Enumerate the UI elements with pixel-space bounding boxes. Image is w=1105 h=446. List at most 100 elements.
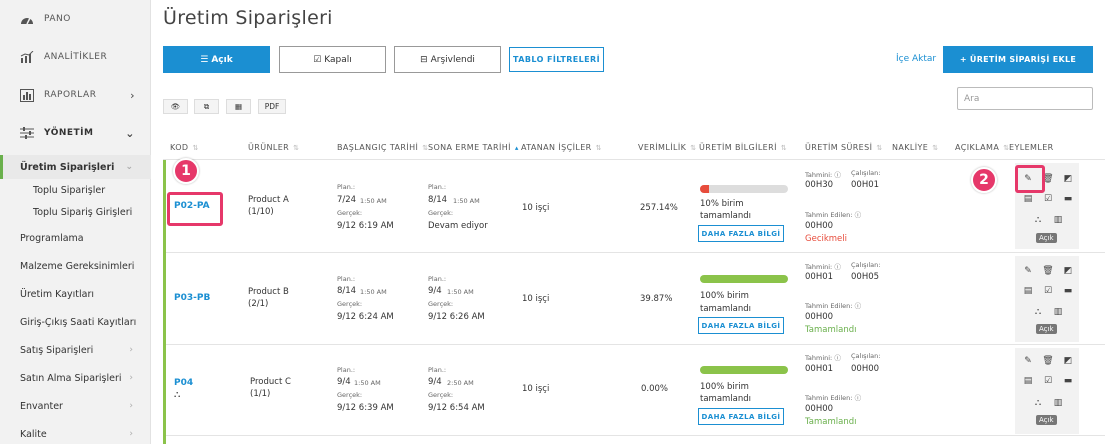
divider	[163, 435, 1105, 436]
worked-label-text: Çalışılan:	[851, 352, 881, 360]
tab-archived[interactable]: ⊟ Arşivlendi	[394, 46, 501, 73]
add-production-order-button[interactable]: + ÜRETİM SİPARİŞİ EKLE	[943, 46, 1093, 73]
column-header-description[interactable]: AÇIKLAMA ⇅	[955, 143, 1009, 152]
row-actions: ✎ 🗑 ◩ ▤ ☑ ▬ ⛬ ▥ Açık	[1015, 348, 1079, 434]
end-actual: 9/12 6:26 AM	[428, 312, 485, 322]
check-icon[interactable]: ☑	[1041, 284, 1055, 298]
sidebar-item-purchase-orders[interactable]: Satın Alma Siparişleri ›	[0, 366, 151, 390]
hierarchy-icon[interactable]: ⛬	[1031, 305, 1045, 319]
sidebar-item-material-requirements[interactable]: Malzeme Gereksinimleri	[0, 254, 151, 278]
more-info-label: DAHA FAZLA BİLGİ	[701, 321, 781, 330]
comment-icon[interactable]: ▤	[1021, 284, 1035, 298]
product-qty: (2/1)	[248, 299, 269, 309]
barcode-icon[interactable]: ▥	[1051, 213, 1065, 227]
sidebar-item-clock-records[interactable]: Giriş-Çıkış Saati Kayıtları	[0, 310, 151, 334]
start-plan-time: 1:50 AM	[354, 379, 381, 387]
chart-icon[interactable]: ◩	[1061, 354, 1075, 368]
report-icon	[20, 88, 34, 102]
divider	[163, 252, 1105, 253]
column-header-end-date[interactable]: SONA ERME TARİHİ ▴	[428, 143, 519, 152]
progress-text: 100% birim	[700, 291, 749, 301]
hierarchy-icon[interactable]: ⛬	[1031, 213, 1045, 227]
sidebar-item-bulk-order-entries[interactable]: Toplu Sipariş Girişleri	[0, 202, 151, 222]
plan-label: Plan.:	[337, 275, 356, 283]
sidebar-item-bulk-orders[interactable]: Toplu Siparişler	[0, 180, 151, 200]
more-info-button[interactable]: DAHA FAZLA BİLGİ	[698, 317, 784, 334]
plan-label: Plan.:	[337, 183, 356, 191]
column-header-start-date[interactable]: BAŞLANGIÇ TARİHİ ⇅	[337, 143, 429, 152]
eye-icon[interactable]: 👁	[163, 99, 188, 114]
sidebar-item-analytics[interactable]: ANALİTİKLER	[0, 38, 151, 76]
order-code-link[interactable]: P04	[174, 378, 193, 388]
edit-icon[interactable]: ✎	[1021, 264, 1035, 278]
tab-closed-label: Kapalı	[324, 54, 352, 65]
sidebar-item-reports[interactable]: RAPORLAR ›	[0, 76, 151, 114]
delete-icon[interactable]: 🗑	[1041, 264, 1055, 278]
chart-icon[interactable]: ◩	[1061, 172, 1075, 186]
chevron-right-icon: ›	[130, 88, 135, 102]
sidebar-item-scheduling[interactable]: Programlama	[0, 226, 151, 250]
archive-icon[interactable]: ▬	[1061, 374, 1075, 388]
sidebar-item-sales-orders[interactable]: Satış Siparişleri ›	[0, 338, 151, 362]
sidebar-item-production-orders[interactable]: Üretim Siparişleri ⌄	[0, 155, 151, 179]
sidebar-item-inventory[interactable]: Envanter ›	[0, 394, 151, 418]
table-icon[interactable]: ▦	[226, 99, 251, 114]
column-header-shipping[interactable]: NAKLİYE ⇅	[892, 143, 939, 152]
tab-open[interactable]: ☰ Açık	[163, 46, 270, 73]
search-input[interactable]: Ara	[957, 87, 1093, 110]
chevron-down-icon: ⌄	[125, 126, 135, 140]
main-content: Üretim Siparişleri ☰ Açık ☑ Kapalı ⊟ Arşivl…	[151, 0, 1105, 444]
check-icon[interactable]: ☑	[1041, 374, 1055, 388]
column-header-actions: EYLEMLER	[1009, 143, 1054, 152]
archive-icon[interactable]: ▬	[1061, 192, 1075, 206]
column-header-production-info[interactable]: ÜRETİM BİLGİLERİ ⇅	[699, 143, 787, 152]
column-header-code[interactable]: KOD ⇅	[170, 143, 199, 152]
estimated-done-time: 00H00	[805, 404, 834, 414]
sort-icon: ⇅	[293, 144, 300, 152]
actual-label: Gerçek:	[337, 391, 363, 399]
comment-icon[interactable]: ▤	[1021, 192, 1035, 206]
import-link[interactable]: İçe Aktar	[896, 54, 936, 64]
worked-label: Çalışılan:	[851, 352, 880, 360]
status-badge: Açık	[1036, 324, 1057, 334]
progress-fill	[700, 275, 788, 283]
search-placeholder: Ara	[964, 93, 980, 104]
sidebar-item-label: PANO	[44, 14, 71, 24]
callout-highlight-code	[167, 192, 223, 226]
pdf-button[interactable]: PDF	[258, 99, 286, 114]
info-icon: ⓘ	[834, 263, 841, 271]
sidebar-item-management[interactable]: YÖNETİM ⌄	[0, 114, 151, 152]
worked-time: 00H01	[851, 180, 880, 190]
archive-icon[interactable]: ▬	[1061, 284, 1075, 298]
pdf-label: PDF	[264, 102, 280, 111]
column-header-efficiency[interactable]: VERİMLİLİK ⇅	[638, 143, 697, 152]
delete-icon[interactable]: 🗑	[1041, 354, 1055, 368]
edit-icon[interactable]: ✎	[1021, 354, 1035, 368]
more-info-button[interactable]: DAHA FAZLA BİLGİ	[698, 225, 784, 242]
hierarchy-icon[interactable]: ⛬	[1031, 396, 1045, 410]
sidebar-item-label: Malzeme Gereksinimleri	[20, 260, 135, 272]
column-header-products[interactable]: ÜRÜNLER ⇅	[248, 143, 299, 152]
order-code-link[interactable]: P03-PB	[174, 293, 210, 303]
sidebar-item-quality[interactable]: Kalite ›	[0, 422, 151, 446]
tab-archived-label: Arşivlendi	[430, 54, 475, 65]
sidebar-item-production-records[interactable]: Üretim Kayıtları	[0, 282, 151, 306]
chart-icon[interactable]: ◩	[1061, 264, 1075, 278]
sort-icon: ⇅	[690, 144, 697, 152]
table-filters-button[interactable]: TABLO FİLTRELERİ	[509, 47, 604, 72]
comment-icon[interactable]: ▤	[1021, 374, 1035, 388]
status-text: Tamamlandı	[805, 325, 857, 335]
barcode-icon[interactable]: ▥	[1051, 396, 1065, 410]
column-header-production-time[interactable]: ÜRETİM SÜRESİ ⇅	[805, 143, 883, 152]
column-header-assigned-workers[interactable]: ATANAN İŞÇİLER ⇅	[521, 143, 602, 152]
sidebar-item-pano[interactable]: PANO	[0, 0, 151, 38]
copy-icon[interactable]: ⧉	[194, 99, 219, 114]
actual-label: Gerçek:	[337, 300, 363, 308]
plan-label: Plan.:	[428, 275, 447, 283]
column-header-label: SONA ERME TARİHİ	[428, 143, 511, 152]
tab-closed[interactable]: ☑ Kapalı	[279, 46, 386, 73]
more-info-button[interactable]: DAHA FAZLA BİLGİ	[698, 408, 784, 425]
row-status-indicator	[163, 160, 166, 444]
check-icon[interactable]: ☑	[1041, 192, 1055, 206]
barcode-icon[interactable]: ▥	[1051, 305, 1065, 319]
